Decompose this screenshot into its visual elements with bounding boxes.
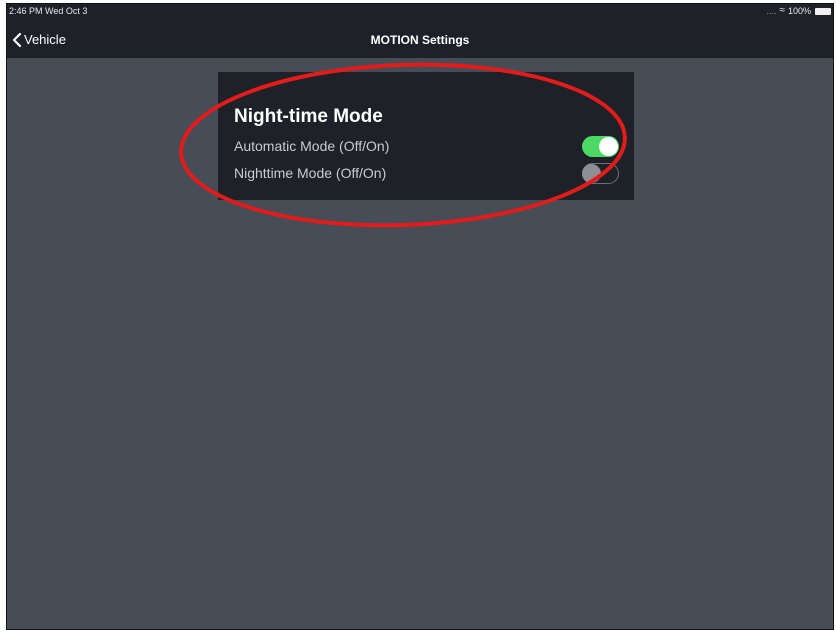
signal-indicator: .... (766, 6, 777, 16)
app-screen: 2:46 PM Wed Oct 3 .... ≈ 100% Vehicle MO… (6, 3, 834, 630)
toggle-knob (582, 163, 601, 183)
nighttime-mode-toggle[interactable] (582, 163, 619, 184)
navigation-bar: Vehicle MOTION Settings (7, 18, 833, 58)
card-title: Night-time Mode (234, 106, 383, 127)
page-title: MOTION Settings (370, 33, 470, 47)
setting-row-automatic-mode: Automatic Mode (Off/On) (234, 136, 619, 158)
setting-label-nighttime-mode: Nighttime Mode (Off/On) (234, 165, 387, 181)
night-time-mode-card: Night-time Mode Automatic Mode (Off/On) … (218, 72, 634, 200)
setting-row-nighttime-mode: Nighttime Mode (Off/On) (234, 163, 619, 185)
status-bar: 2:46 PM Wed Oct 3 .... ≈ 100% (7, 4, 833, 18)
status-time: 2:46 PM Wed Oct 3 (9, 6, 88, 16)
automatic-mode-toggle[interactable] (582, 136, 619, 157)
setting-label-automatic-mode: Automatic Mode (Off/On) (234, 138, 390, 154)
wifi-icon: ≈ (779, 5, 785, 16)
battery-icon (815, 7, 831, 15)
toggle-knob (599, 137, 618, 156)
status-indicators: .... ≈ 100% (766, 4, 831, 18)
battery-percent: 100% (787, 6, 811, 16)
